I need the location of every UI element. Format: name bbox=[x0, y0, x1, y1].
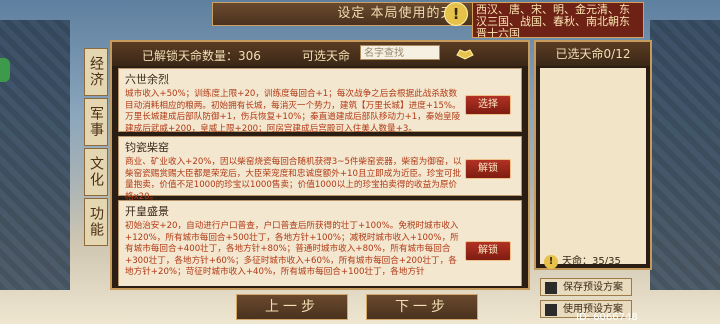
dragon-ornament-right bbox=[650, 20, 720, 290]
unlock-button[interactable]: 解锁 bbox=[465, 241, 511, 261]
card-title: 钧瓷柴窑 bbox=[125, 141, 169, 154]
ingot-icon[interactable] bbox=[456, 46, 474, 60]
tab-function[interactable]: 功能 bbox=[84, 198, 108, 246]
tab-military[interactable]: 军事 bbox=[84, 98, 108, 146]
tab-culture[interactable]: 文化 bbox=[84, 148, 108, 196]
save-icon bbox=[545, 282, 557, 294]
side-tab-handle[interactable] bbox=[0, 58, 10, 82]
card-description: 城市收入+50%；训练度上限+20，训练度每回合+1；每次战争之后会根据此战杀敌… bbox=[125, 89, 461, 134]
card-title: 六世余烈 bbox=[125, 73, 169, 86]
list-item: 钧瓷柴窑 商业、矿业收入+20%，因以柴窑烧瓷每回合随机获得3~5件柴窑瓷器，柴… bbox=[118, 136, 522, 202]
load-icon bbox=[545, 304, 557, 316]
user-id: ID: 6066748 bbox=[576, 312, 638, 323]
select-button[interactable]: 选择 bbox=[465, 95, 511, 115]
dragon-ornament-left bbox=[0, 20, 70, 290]
unlock-button[interactable]: 解锁 bbox=[465, 159, 511, 179]
save-preset-button[interactable]: 保存预设方案 bbox=[540, 278, 632, 296]
search-input[interactable]: 名字查找 bbox=[360, 45, 440, 60]
list-item: 六世余烈 城市收入+50%；训练度上限+20，训练度每回合+1；每次战争之后会根… bbox=[118, 68, 522, 134]
next-step-button[interactable]: 下一步 bbox=[366, 294, 478, 320]
selected-list[interactable] bbox=[540, 68, 646, 264]
prev-step-button[interactable]: 上一步 bbox=[236, 294, 348, 320]
list-item: 开皇盛景 初始治安+20，自动进行户口普查，户口普查后所获得的壮丁+100%。免… bbox=[118, 200, 522, 286]
tianming-list[interactable]: 六世余烈 城市收入+50%；训练度上限+20，训练度每回合+1；每次战争之后会根… bbox=[118, 68, 522, 286]
selected-title: 已选天命0/12 bbox=[536, 42, 650, 66]
selectable-label: 可选天命 bbox=[302, 49, 351, 63]
tianming-list-panel: 已解锁天命数量：306 可选天命 名字查找 六世余烈 城市收入+50%；训练度上… bbox=[110, 40, 530, 290]
warning-icon: ! bbox=[544, 255, 558, 269]
selected-tianming-panel: 已选天命0/12 bbox=[534, 40, 652, 270]
card-description: 商业、矿业收入+20%，因以柴窑烧瓷每回合随机获得3~5件柴窑瓷器，柴窑为御窑，… bbox=[125, 157, 462, 202]
warning-icon[interactable]: ! bbox=[444, 2, 468, 26]
card-title: 开皇盛景 bbox=[125, 205, 169, 218]
panel-header: 已解锁天命数量：306 可选天命 名字查找 bbox=[112, 42, 528, 66]
unlocked-count: 已解锁天命数量：306 bbox=[142, 49, 261, 63]
card-description: 初始治安+20，自动进行户口普查，户口普查后所获得的壮丁+100%。免税时城市收… bbox=[125, 221, 459, 277]
tab-economy[interactable]: 经济 bbox=[84, 48, 108, 96]
dynasty-list: 西汉、唐、宋、明、金元清、东汉三国、战国、春秋、南北朝东晋十六国 bbox=[472, 2, 644, 38]
tianming-counter: ! 天命：35/35 bbox=[544, 252, 621, 269]
